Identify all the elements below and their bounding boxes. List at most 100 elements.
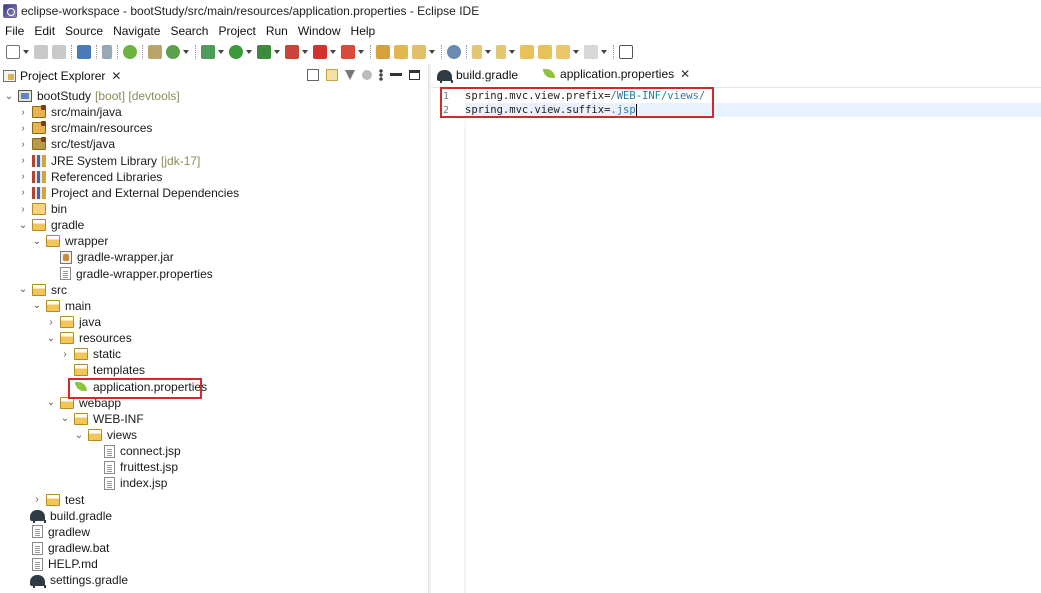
run-dropdown-arrow[interactable] (246, 50, 252, 54)
menu-edit[interactable]: Edit (29, 24, 60, 38)
code-line-2[interactable]: 2 spring.mvc.view.suffix= .jsp (443, 103, 1041, 117)
open-type-icon[interactable] (376, 45, 390, 59)
run-icon[interactable] (229, 45, 243, 59)
collapsed-chevron-icon[interactable]: › (60, 349, 70, 360)
close-icon[interactable]: ✕ (111, 70, 121, 82)
coverage-icon[interactable] (257, 45, 271, 59)
next-annotation-dropdown-arrow[interactable] (485, 50, 491, 54)
collapsed-chevron-icon[interactable]: › (18, 155, 28, 166)
new-spring-project-icon[interactable] (148, 45, 162, 59)
expand-chevron-icon[interactable]: ⌄ (32, 300, 42, 311)
menu-run[interactable]: Run (261, 24, 293, 38)
minimize-icon[interactable] (390, 72, 402, 76)
forward-edit-icon[interactable] (538, 45, 552, 59)
back-dropdown-arrow[interactable] (573, 50, 579, 54)
tree-item-test[interactable]: › test (0, 492, 428, 508)
tree-item-fruittest-jsp[interactable]: fruittest.jsp (0, 459, 428, 475)
menu-file[interactable]: File (0, 24, 29, 38)
tree-item-src-test-java[interactable]: › src/test/java (0, 136, 428, 152)
menu-search[interactable]: Search (165, 24, 213, 38)
menu-window[interactable]: Window (293, 24, 346, 38)
editor-tab-build-gradle[interactable]: build.gradle (431, 63, 526, 87)
collapsed-chevron-icon[interactable]: › (18, 187, 28, 198)
tree-item-bootstudy[interactable]: ⌄ bootStudy [boot] [devtools] (0, 88, 428, 104)
open-resource-icon[interactable] (394, 45, 408, 59)
relaunch-dropdown-arrow[interactable] (358, 50, 364, 54)
project-explorer-tab[interactable]: Project Explorer ✕ (0, 64, 127, 88)
tree-item-referenced-libraries[interactable]: › Referenced Libraries (0, 169, 428, 185)
previous-annotation-icon[interactable] (496, 45, 506, 59)
expand-chevron-icon[interactable]: ⌄ (74, 430, 84, 441)
menu-navigate[interactable]: Navigate (108, 24, 165, 38)
collapsed-chevron-icon[interactable]: › (18, 107, 28, 118)
tree-item-views[interactable]: ⌄ views (0, 427, 428, 443)
collapsed-chevron-icon[interactable]: › (46, 317, 56, 328)
maximize-icon[interactable] (409, 70, 420, 80)
editor-tab-application-properties[interactable]: application.properties ✕ (536, 63, 699, 87)
expand-chevron-icon[interactable]: ⌄ (46, 333, 56, 344)
new-icon[interactable] (6, 45, 20, 59)
back-icon[interactable] (556, 45, 570, 59)
view-menu-icon[interactable] (379, 69, 383, 81)
tree-item-build-gradle[interactable]: build.gradle (0, 508, 428, 524)
tree-item-wrapper[interactable]: ⌄ wrapper (0, 233, 428, 249)
expand-chevron-icon[interactable]: ⌄ (32, 236, 42, 247)
next-annotation-icon[interactable] (472, 45, 482, 59)
forward-icon[interactable] (584, 45, 598, 59)
collapsed-chevron-icon[interactable]: › (18, 123, 28, 134)
collapsed-chevron-icon[interactable]: › (18, 139, 28, 150)
collapse-all-icon[interactable] (307, 69, 319, 81)
tree-item-resources[interactable]: ⌄ resources (0, 330, 428, 346)
debug-icon[interactable] (201, 45, 215, 59)
tree-item-static[interactable]: › static (0, 346, 428, 362)
expand-chevron-icon[interactable]: ⌄ (4, 91, 14, 102)
open-perspective-icon[interactable] (619, 45, 633, 59)
collapsed-chevron-icon[interactable]: › (18, 204, 28, 215)
filter-icon[interactable] (345, 70, 355, 80)
tree-item-src[interactable]: ⌄ src (0, 282, 428, 298)
tree-item-src-main-resources[interactable]: › src/main/resources (0, 120, 428, 136)
menu-project[interactable]: Project (213, 24, 260, 38)
menu-source[interactable]: Source (60, 24, 108, 38)
tree-item-jre-system-library[interactable]: › JRE System Library [jdk-17] (0, 153, 428, 169)
tree-item-gradlew[interactable]: gradlew (0, 524, 428, 540)
tree-item-webapp[interactable]: ⌄ webapp (0, 395, 428, 411)
globe-icon[interactable] (447, 45, 461, 59)
tree-item-connect-jsp[interactable]: connect.jsp (0, 443, 428, 459)
focus-icon[interactable] (362, 70, 372, 80)
expand-chevron-icon[interactable]: ⌄ (18, 284, 28, 295)
pin-icon[interactable] (412, 45, 426, 59)
relaunch-icon[interactable] (341, 45, 355, 59)
tree-item-gradle-wrapper-jar[interactable]: gradle-wrapper.jar (0, 249, 428, 265)
save-icon[interactable] (34, 45, 48, 59)
new-dropdown-arrow[interactable] (23, 50, 29, 54)
tree-item-settings-gradle[interactable]: settings.gradle (0, 572, 428, 588)
refresh-gradle-icon[interactable] (166, 45, 180, 59)
tree-item-templates[interactable]: templates (0, 362, 428, 378)
refresh-dropdown-arrow[interactable] (183, 50, 189, 54)
tree-item-web-inf[interactable]: ⌄ WEB-INF (0, 411, 428, 427)
tree-item-gradle[interactable]: ⌄ gradle (0, 217, 428, 233)
close-icon[interactable]: ✕ (680, 68, 690, 80)
spring-boot-dashboard-icon[interactable] (123, 45, 137, 59)
tree-item-gradlew-bat[interactable]: gradlew.bat (0, 540, 428, 556)
pin-dropdown-arrow[interactable] (429, 50, 435, 54)
previous-annotation-dropdown-arrow[interactable] (509, 50, 515, 54)
tree-item-index-jsp[interactable]: index.jsp (0, 475, 428, 491)
tree-item-java[interactable]: › java (0, 314, 428, 330)
collapsed-chevron-icon[interactable]: › (18, 171, 28, 182)
skip-breakpoints-icon[interactable] (102, 45, 112, 59)
run-last-tool-dropdown-arrow[interactable] (302, 50, 308, 54)
menu-help[interactable]: Help (346, 24, 381, 38)
expand-chevron-icon[interactable]: ⌄ (46, 397, 56, 408)
coverage-dropdown-arrow[interactable] (274, 50, 280, 54)
tree-item-bin[interactable]: › bin (0, 201, 428, 217)
stop-icon[interactable] (313, 45, 327, 59)
code-line-1[interactable]: 1 spring.mvc.view.prefix=/WEB-INF/views/ (443, 89, 1041, 103)
stop-dropdown-arrow[interactable] (330, 50, 336, 54)
tree-item-project-external-dependencies[interactable]: › Project and External Dependencies (0, 185, 428, 201)
last-edit-location-icon[interactable] (520, 45, 534, 59)
expand-chevron-icon[interactable]: ⌄ (60, 413, 70, 424)
code-text-area[interactable]: 1 spring.mvc.view.prefix=/WEB-INF/views/… (443, 88, 1041, 593)
terminal-icon[interactable] (77, 45, 91, 59)
